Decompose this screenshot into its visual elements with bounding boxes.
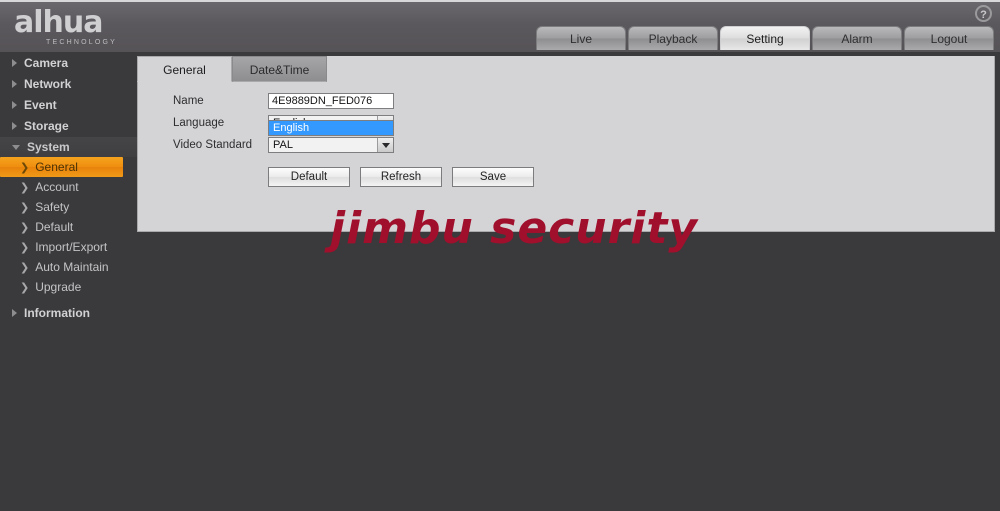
triangle-right-icon [12,59,17,67]
topnav-item-logout[interactable]: Logout [904,26,994,50]
triangle-right-icon [12,80,17,88]
logo-wordmark: alhua [14,5,103,40]
sidebar-item-label: Default [35,220,74,234]
triangle-right-icon [12,101,17,109]
sidebar-item-label: System [27,140,70,154]
sidebar-item-label: Upgrade [35,280,82,294]
name-input[interactable] [268,93,394,109]
sidebar-item-account[interactable]: ❯ Account [0,177,137,197]
form-action-buttons: Default Refresh Save [268,167,534,187]
chevron-right-icon: ❯ [20,220,30,234]
save-button[interactable]: Save [452,167,534,187]
sidebar-item-label: Storage [24,119,69,133]
language-option-english[interactable]: English [269,121,393,135]
default-button[interactable]: Default [268,167,350,187]
chevron-right-icon: ❯ [20,240,30,254]
chevron-down-icon[interactable] [377,138,393,152]
sidebar-item-safety[interactable]: ❯ Safety [0,197,137,217]
form-row-name: Name [137,90,997,112]
sidebar-item-label: Safety [35,200,70,214]
sidebar-item-label: Account [35,180,79,194]
form-row-video-standard: Video Standard PAL [137,134,997,156]
language-label: Language [173,117,225,129]
sidebar-item-information[interactable]: Information [0,303,137,323]
general-settings-form: Name Language English Video Standard PAL… [137,90,997,156]
sidebar-item-network[interactable]: Network [0,74,137,94]
sidebar-item-label: Import/Export [35,240,108,254]
tab-general[interactable]: General [137,56,232,82]
form-row-language: Language English [137,112,997,134]
sidebar-item-label: Network [24,77,72,91]
sidebar-item-label: Event [24,98,57,112]
topnav-item-playback[interactable]: Playback [628,26,718,50]
video-standard-label: Video Standard [173,139,253,151]
triangle-right-icon [12,122,17,130]
sidebar-item-label: General [35,160,78,174]
name-label: Name [173,95,204,107]
top-navigation: Live Playback Setting Alarm Logout [536,26,994,50]
language-dropdown-list[interactable]: English [268,120,394,136]
triangle-down-icon [12,144,20,150]
sidebar-navigation: Camera Network Event Storage System ❯ Ge… [0,52,137,511]
sidebar-item-label: Information [24,306,90,320]
sidebar-item-label: Auto Maintain [35,260,109,274]
chevron-right-icon: ❯ [20,180,30,194]
sidebar-item-upgrade[interactable]: ❯ Upgrade [0,277,137,297]
sidebar-item-default[interactable]: ❯ Default [0,217,137,237]
chevron-right-icon: ❯ [20,160,30,174]
topnav-item-live[interactable]: Live [536,26,626,50]
chevron-right-icon: ❯ [20,200,30,214]
refresh-button[interactable]: Refresh [360,167,442,187]
watermark-text: jimbu security [330,203,699,254]
sidebar-item-camera[interactable]: Camera [0,53,137,73]
sidebar-item-system[interactable]: System [0,137,137,157]
content-tab-bar: General Date&Time [137,56,995,82]
chevron-right-icon: ❯ [20,280,30,294]
dahua-logo: alhua TECHNOLOGY [14,5,118,47]
sidebar-item-import-export[interactable]: ❯ Import/Export [0,237,137,257]
sidebar-item-auto-maintain[interactable]: ❯ Auto Maintain [0,257,137,277]
logo-tagline: TECHNOLOGY [46,39,118,46]
sidebar-item-event[interactable]: Event [0,95,137,115]
sidebar-item-storage[interactable]: Storage [0,116,137,136]
app-header: alhua TECHNOLOGY Live Playback Setting A… [0,0,1000,52]
video-standard-select-value: PAL [273,139,293,151]
sidebar-item-label: Camera [24,56,69,70]
sidebar-item-general[interactable]: ❯ General [0,157,123,177]
tab-date-time[interactable]: Date&Time [232,56,327,82]
chevron-right-icon: ❯ [20,260,30,274]
help-icon[interactable]: ? [975,5,992,22]
topnav-item-alarm[interactable]: Alarm [812,26,902,50]
topnav-item-setting[interactable]: Setting [720,26,810,50]
video-standard-select[interactable]: PAL [268,137,394,153]
triangle-right-icon [12,309,17,317]
